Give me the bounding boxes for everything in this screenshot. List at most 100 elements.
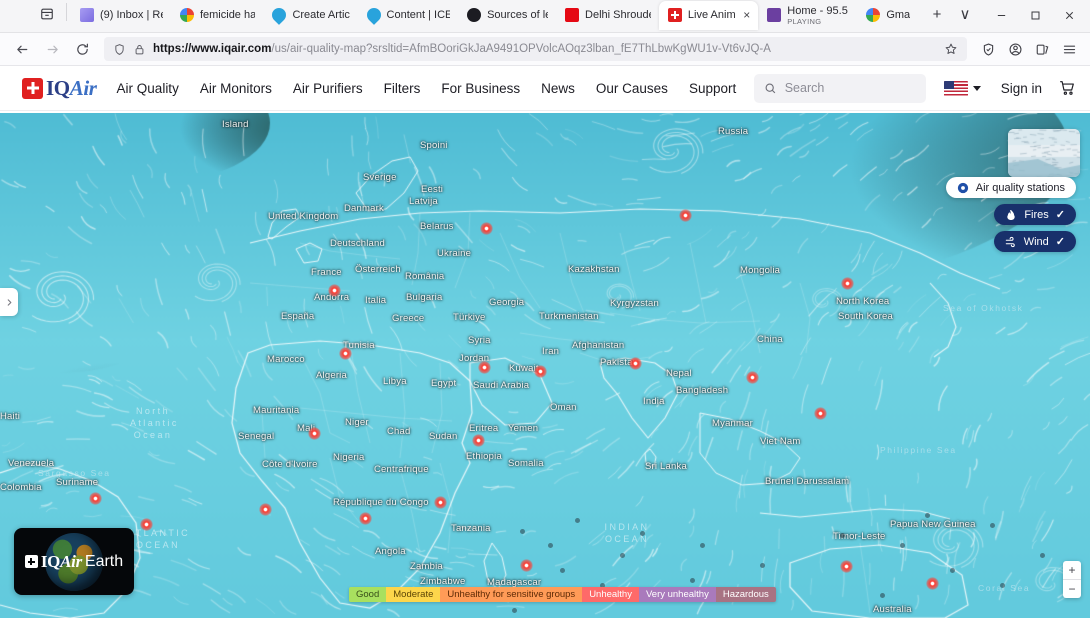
station-marker[interactable] — [560, 568, 565, 573]
search-input[interactable] — [785, 81, 916, 95]
layer-toggle-air-quality-stations[interactable]: Air quality stations — [946, 177, 1076, 198]
browser-tab[interactable]: Sources of lea — [458, 1, 556, 30]
legend-segment: Good — [349, 587, 386, 602]
address-bar[interactable]: https://www.iqair.com/us/air-quality-map… — [104, 37, 967, 61]
fire-marker[interactable] — [472, 434, 485, 447]
station-marker[interactable] — [520, 529, 525, 534]
nav-item-for-business[interactable]: For Business — [441, 81, 520, 96]
browser-tab[interactable]: Create Article — [263, 1, 357, 30]
station-marker[interactable] — [840, 533, 845, 538]
browser-tab[interactable]: Delhi Shrouded — [556, 1, 659, 30]
locale-selector[interactable] — [944, 81, 981, 96]
fire-marker[interactable] — [434, 496, 447, 509]
nav-item-air-monitors[interactable]: Air Monitors — [200, 81, 272, 96]
browser-tab[interactable]: Live Animat× — [659, 1, 758, 30]
station-marker[interactable] — [575, 518, 580, 523]
station-marker[interactable] — [950, 568, 955, 573]
browser-tab[interactable]: Home - 95.5 CPLAYING — [758, 1, 857, 30]
browser-tab[interactable]: Gmail — [857, 1, 918, 30]
back-arrow-icon[interactable] — [8, 36, 36, 62]
station-marker[interactable] — [640, 531, 645, 536]
station-marker[interactable] — [880, 593, 885, 598]
tab-title: Sources of lea — [487, 9, 548, 22]
station-marker[interactable] — [620, 553, 625, 558]
shield-icon — [113, 43, 126, 56]
station-marker[interactable] — [900, 543, 905, 548]
tab-list-icon[interactable] — [34, 1, 60, 27]
station-marker[interactable] — [700, 543, 705, 548]
tab-subtitle: PLAYING — [787, 18, 849, 26]
aqi-legend: GoodModerateUnhealthy for sensitive grou… — [349, 587, 776, 602]
window-maximize-button[interactable] — [1018, 2, 1052, 29]
air-quality-map[interactable]: IslandSverigeSpoiniEestiLatvijaDanmarkUn… — [0, 113, 1090, 618]
layer-toggle-wind[interactable]: Wind✓ — [994, 231, 1076, 252]
tab-close-icon[interactable]: × — [743, 9, 750, 21]
station-marker[interactable] — [690, 578, 695, 583]
fire-marker[interactable] — [746, 371, 759, 384]
tab-menu-button[interactable]: ∨ — [952, 1, 978, 27]
reload-icon[interactable] — [68, 36, 96, 62]
main-navigation: Air Quality Air Monitors Air Purifiers Filt… — [117, 81, 754, 96]
fire-marker[interactable] — [480, 222, 493, 235]
fire-marker[interactable] — [926, 577, 939, 590]
nav-item-support[interactable]: Support — [689, 81, 736, 96]
fire-marker[interactable] — [841, 277, 854, 290]
url-domain: https://www.iqair.com — [153, 43, 271, 55]
mail-icon — [80, 8, 94, 22]
star-icon[interactable] — [944, 42, 958, 56]
fire-marker[interactable] — [308, 427, 321, 440]
fire-marker[interactable] — [328, 284, 341, 297]
fire-marker[interactable] — [259, 503, 272, 516]
browser-tab[interactable]: femicide haiti — [171, 1, 263, 30]
fire-marker[interactable] — [679, 209, 692, 222]
nav-item-our-causes[interactable]: Our Causes — [596, 81, 668, 96]
layer-toggle-fires[interactable]: Fires✓ — [994, 204, 1076, 225]
station-marker[interactable] — [512, 608, 517, 613]
fire-marker[interactable] — [339, 347, 352, 360]
iqair-logo[interactable]: IQAir — [22, 76, 97, 101]
fire-marker[interactable] — [534, 365, 547, 378]
site-search[interactable] — [754, 74, 926, 103]
station-marker[interactable] — [760, 563, 765, 568]
collections-icon[interactable] — [1029, 36, 1055, 62]
station-marker[interactable] — [1000, 583, 1005, 588]
settings-menu-icon[interactable] — [1056, 36, 1082, 62]
account-circle-icon[interactable] — [1002, 36, 1028, 62]
new-tab-button[interactable]: + — [924, 1, 950, 27]
iqair-earth-card[interactable]: IQAir Earth — [14, 528, 134, 595]
nav-item-news[interactable]: News — [541, 81, 575, 96]
zoom-in-button[interactable]: + — [1063, 561, 1081, 579]
map-minimap[interactable] — [1008, 129, 1080, 177]
browser-tab[interactable]: Content | ICES — [358, 1, 459, 30]
swiss-cross-icon — [25, 555, 38, 568]
fire-marker[interactable] — [478, 361, 491, 374]
shield-check-icon[interactable] — [975, 36, 1001, 62]
url-text: https://www.iqair.com/us/air-quality-map… — [153, 43, 937, 55]
station-marker[interactable] — [548, 543, 553, 548]
fire-marker[interactable] — [520, 559, 533, 572]
fire-marker[interactable] — [140, 518, 153, 531]
nav-item-air-purifiers[interactable]: Air Purifiers — [293, 81, 363, 96]
layer-label: Fires — [1024, 209, 1048, 221]
fire-marker[interactable] — [840, 560, 853, 573]
chevron-down-icon — [973, 86, 981, 91]
fire-marker[interactable] — [359, 512, 372, 525]
legend-segment: Hazardous — [716, 587, 776, 602]
station-marker[interactable] — [990, 523, 995, 528]
fire-marker[interactable] — [89, 492, 102, 505]
nav-item-filters[interactable]: Filters — [384, 81, 421, 96]
fire-marker[interactable] — [814, 407, 827, 420]
fire-marker[interactable] — [629, 357, 642, 370]
sign-in-link[interactable]: Sign in — [1001, 81, 1042, 96]
forward-arrow-icon[interactable] — [38, 36, 66, 62]
browser-tab-strip: (9) Inbox | Reafemicide haitiCreate Arti… — [0, 0, 1090, 33]
map-sidebar-toggle[interactable] — [0, 288, 18, 316]
window-close-button[interactable] — [1052, 2, 1086, 29]
station-marker[interactable] — [1040, 553, 1045, 558]
window-minimize-button[interactable] — [984, 2, 1018, 29]
browser-tab[interactable]: (9) Inbox | Rea — [71, 1, 171, 30]
shopping-cart-icon[interactable] — [1058, 79, 1076, 97]
zoom-out-button[interactable]: − — [1063, 580, 1081, 598]
station-marker[interactable] — [925, 513, 930, 518]
nav-item-air-quality[interactable]: Air Quality — [117, 81, 179, 96]
